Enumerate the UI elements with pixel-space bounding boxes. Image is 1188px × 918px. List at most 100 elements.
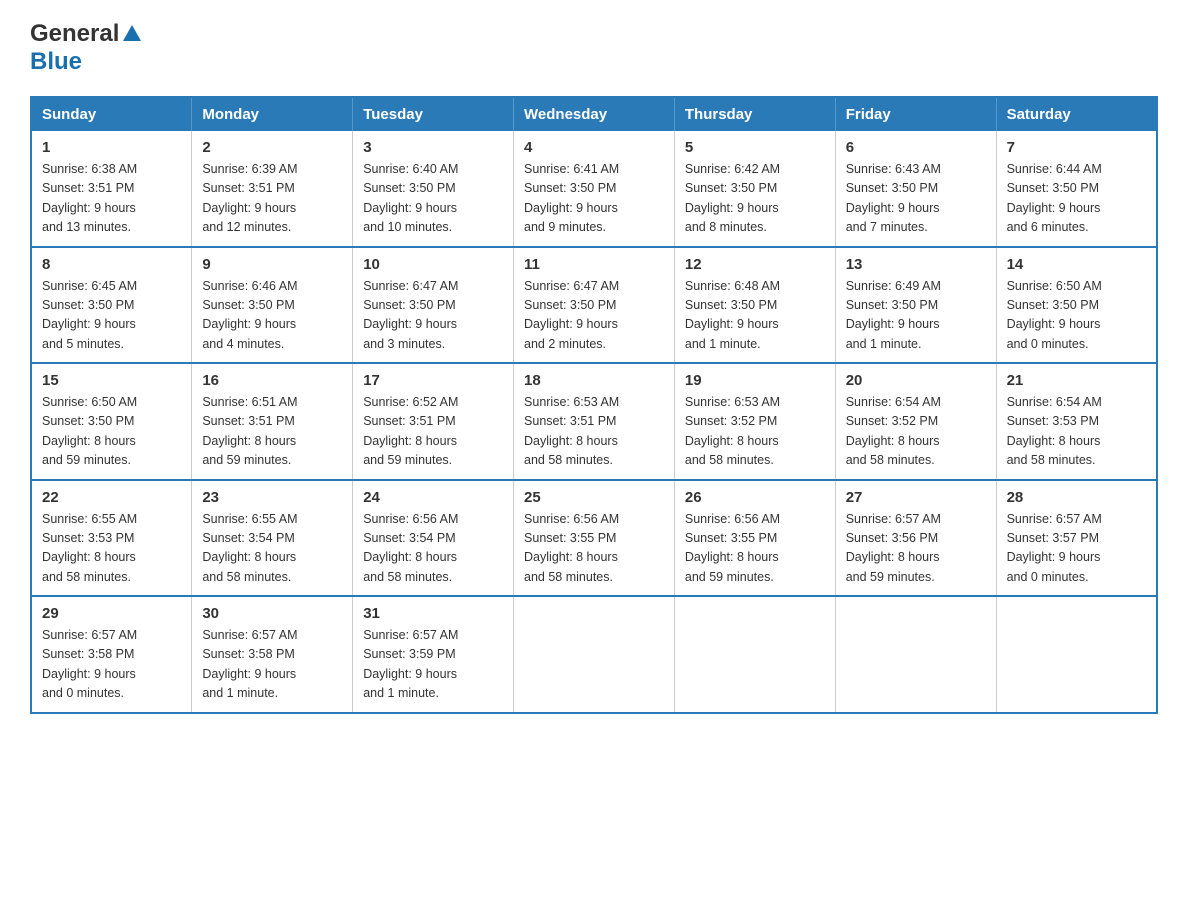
- calendar-cell: [674, 596, 835, 713]
- calendar-cell: [835, 596, 996, 713]
- day-number: 8: [42, 256, 181, 273]
- day-number: 16: [202, 372, 342, 389]
- calendar-header-row: SundayMondayTuesdayWednesdayThursdayFrid…: [31, 97, 1157, 131]
- calendar-cell: 31Sunrise: 6:57 AM Sunset: 3:59 PM Dayli…: [353, 596, 514, 713]
- logo: General Blue: [30, 20, 143, 76]
- day-info: Sunrise: 6:51 AM Sunset: 3:51 PM Dayligh…: [202, 393, 342, 471]
- day-number: 18: [524, 372, 664, 389]
- day-number: 5: [685, 139, 825, 156]
- day-number: 13: [846, 256, 986, 273]
- calendar-cell: 7Sunrise: 6:44 AM Sunset: 3:50 PM Daylig…: [996, 131, 1157, 247]
- calendar-cell: 13 Sunrise: 6:49 AM Sunset: 3:50 PM Dayli…: [835, 247, 996, 364]
- day-info: Sunrise: 6:57 AM Sunset: 3:58 PM Dayligh…: [202, 626, 342, 704]
- day-info: Sunrise: 6:55 AM Sunset: 3:53 PM Dayligh…: [42, 510, 181, 588]
- calendar-table: SundayMondayTuesdayWednesdayThursdayFrid…: [30, 96, 1158, 714]
- day-number: 3: [363, 139, 503, 156]
- day-info: Sunrise: 6:53 AM Sunset: 3:51 PM Dayligh…: [524, 393, 664, 471]
- day-info: Sunrise: 6:42 AM Sunset: 3:50 PM Dayligh…: [685, 160, 825, 238]
- day-number: 2: [202, 139, 342, 156]
- calendar-cell: 28 Sunrise: 6:57 AM Sunset: 3:57 PM Dayli…: [996, 480, 1157, 597]
- header-thursday: Thursday: [674, 97, 835, 131]
- day-info: Sunrise: 6:49 AM Sunset: 3:50 PM Dayligh…: [846, 277, 986, 355]
- day-number: 11: [524, 256, 664, 273]
- day-info: Sunrise: 6:39 AM Sunset: 3:51 PM Dayligh…: [202, 160, 342, 238]
- day-number: 24: [363, 489, 503, 506]
- calendar-week-5: 29 Sunrise: 6:57 AM Sunset: 3:58 PM Dayli…: [31, 596, 1157, 713]
- day-number: 10: [363, 256, 503, 273]
- calendar-cell: 21 Sunrise: 6:54 AM Sunset: 3:53 PM Dayli…: [996, 363, 1157, 480]
- calendar-cell: 18 Sunrise: 6:53 AM Sunset: 3:51 PM Dayli…: [514, 363, 675, 480]
- calendar-cell: 3 Sunrise: 6:40 AM Sunset: 3:50 PM Daylig…: [353, 131, 514, 247]
- day-info: Sunrise: 6:57 AM Sunset: 3:58 PM Dayligh…: [42, 626, 181, 704]
- logo-arrow-icon: [121, 23, 143, 45]
- day-number: 21: [1007, 372, 1146, 389]
- day-number: 28: [1007, 489, 1146, 506]
- day-info: Sunrise: 6:45 AM Sunset: 3:50 PM Dayligh…: [42, 277, 181, 355]
- calendar-cell: 12Sunrise: 6:48 AM Sunset: 3:50 PM Dayli…: [674, 247, 835, 364]
- day-number: 4: [524, 139, 664, 156]
- day-info: Sunrise: 6:43 AM Sunset: 3:50 PM Dayligh…: [846, 160, 986, 238]
- calendar-week-3: 15 Sunrise: 6:50 AM Sunset: 3:50 PM Dayli…: [31, 363, 1157, 480]
- day-number: 17: [363, 372, 503, 389]
- day-info: Sunrise: 6:52 AM Sunset: 3:51 PM Dayligh…: [363, 393, 503, 471]
- calendar-cell: 22Sunrise: 6:55 AM Sunset: 3:53 PM Dayli…: [31, 480, 192, 597]
- day-number: 27: [846, 489, 986, 506]
- day-info: Sunrise: 6:57 AM Sunset: 3:56 PM Dayligh…: [846, 510, 986, 588]
- header-monday: Monday: [192, 97, 353, 131]
- day-info: Sunrise: 6:54 AM Sunset: 3:53 PM Dayligh…: [1007, 393, 1146, 471]
- calendar-cell: 8 Sunrise: 6:45 AM Sunset: 3:50 PM Daylig…: [31, 247, 192, 364]
- calendar-cell: 29 Sunrise: 6:57 AM Sunset: 3:58 PM Dayli…: [31, 596, 192, 713]
- day-number: 20: [846, 372, 986, 389]
- calendar-cell: 25 Sunrise: 6:56 AM Sunset: 3:55 PM Dayli…: [514, 480, 675, 597]
- day-number: 30: [202, 605, 342, 622]
- day-number: 9: [202, 256, 342, 273]
- logo-general-text: General: [30, 20, 119, 48]
- calendar-cell: 10 Sunrise: 6:47 AM Sunset: 3:50 PM Dayli…: [353, 247, 514, 364]
- calendar-cell: 5 Sunrise: 6:42 AM Sunset: 3:50 PM Daylig…: [674, 131, 835, 247]
- logo-blue-text: Blue: [30, 48, 82, 75]
- calendar-cell: 6 Sunrise: 6:43 AM Sunset: 3:50 PM Daylig…: [835, 131, 996, 247]
- day-info: Sunrise: 6:40 AM Sunset: 3:50 PM Dayligh…: [363, 160, 503, 238]
- day-info: Sunrise: 6:48 AM Sunset: 3:50 PM Dayligh…: [685, 277, 825, 355]
- day-number: 25: [524, 489, 664, 506]
- day-info: Sunrise: 6:47 AM Sunset: 3:50 PM Dayligh…: [363, 277, 503, 355]
- calendar-week-1: 1 Sunrise: 6:38 AM Sunset: 3:51 PM Daylig…: [31, 131, 1157, 247]
- day-info: Sunrise: 6:50 AM Sunset: 3:50 PM Dayligh…: [42, 393, 181, 471]
- calendar-cell: 19Sunrise: 6:53 AM Sunset: 3:52 PM Dayli…: [674, 363, 835, 480]
- calendar-cell: [514, 596, 675, 713]
- page-header: General Blue: [30, 20, 1158, 76]
- day-info: Sunrise: 6:47 AM Sunset: 3:50 PM Dayligh…: [524, 277, 664, 355]
- calendar-cell: 24 Sunrise: 6:56 AM Sunset: 3:54 PM Dayli…: [353, 480, 514, 597]
- day-info: Sunrise: 6:53 AM Sunset: 3:52 PM Dayligh…: [685, 393, 825, 471]
- day-info: Sunrise: 6:55 AM Sunset: 3:54 PM Dayligh…: [202, 510, 342, 588]
- header-friday: Friday: [835, 97, 996, 131]
- calendar-cell: [996, 596, 1157, 713]
- day-info: Sunrise: 6:56 AM Sunset: 3:55 PM Dayligh…: [524, 510, 664, 588]
- day-number: 29: [42, 605, 181, 622]
- day-info: Sunrise: 6:54 AM Sunset: 3:52 PM Dayligh…: [846, 393, 986, 471]
- day-number: 6: [846, 139, 986, 156]
- day-number: 1: [42, 139, 181, 156]
- header-sunday: Sunday: [31, 97, 192, 131]
- day-number: 15: [42, 372, 181, 389]
- day-info: Sunrise: 6:41 AM Sunset: 3:50 PM Dayligh…: [524, 160, 664, 238]
- calendar-cell: 23Sunrise: 6:55 AM Sunset: 3:54 PM Dayli…: [192, 480, 353, 597]
- calendar-cell: 14Sunrise: 6:50 AM Sunset: 3:50 PM Dayli…: [996, 247, 1157, 364]
- header-saturday: Saturday: [996, 97, 1157, 131]
- day-number: 26: [685, 489, 825, 506]
- calendar-cell: 2 Sunrise: 6:39 AM Sunset: 3:51 PM Daylig…: [192, 131, 353, 247]
- calendar-cell: 26Sunrise: 6:56 AM Sunset: 3:55 PM Dayli…: [674, 480, 835, 597]
- calendar-cell: 27 Sunrise: 6:57 AM Sunset: 3:56 PM Dayli…: [835, 480, 996, 597]
- day-number: 31: [363, 605, 503, 622]
- day-info: Sunrise: 6:44 AM Sunset: 3:50 PM Dayligh…: [1007, 160, 1146, 238]
- calendar-cell: 1 Sunrise: 6:38 AM Sunset: 3:51 PM Daylig…: [31, 131, 192, 247]
- header-tuesday: Tuesday: [353, 97, 514, 131]
- calendar-cell: 4 Sunrise: 6:41 AM Sunset: 3:50 PM Daylig…: [514, 131, 675, 247]
- calendar-cell: 17 Sunrise: 6:52 AM Sunset: 3:51 PM Dayli…: [353, 363, 514, 480]
- day-info: Sunrise: 6:57 AM Sunset: 3:57 PM Dayligh…: [1007, 510, 1146, 588]
- calendar-week-4: 22Sunrise: 6:55 AM Sunset: 3:53 PM Dayli…: [31, 480, 1157, 597]
- day-info: Sunrise: 6:38 AM Sunset: 3:51 PM Dayligh…: [42, 160, 181, 238]
- calendar-week-2: 8 Sunrise: 6:45 AM Sunset: 3:50 PM Daylig…: [31, 247, 1157, 364]
- day-info: Sunrise: 6:50 AM Sunset: 3:50 PM Dayligh…: [1007, 277, 1146, 355]
- day-info: Sunrise: 6:56 AM Sunset: 3:54 PM Dayligh…: [363, 510, 503, 588]
